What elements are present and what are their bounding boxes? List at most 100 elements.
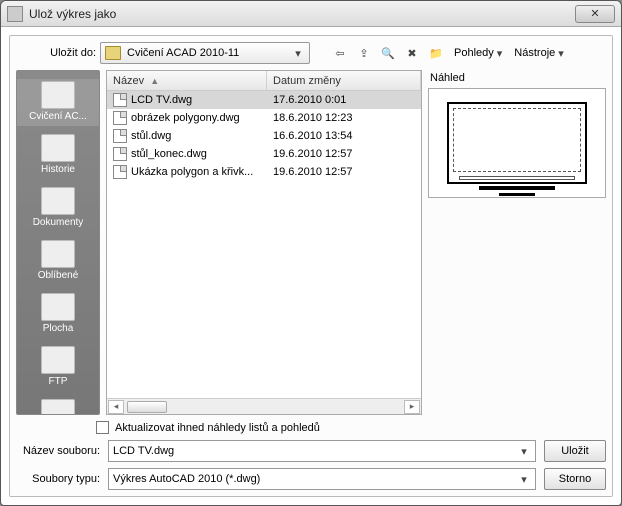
save-in-label: Uložit do: <box>40 47 96 59</box>
titlebar: Ulož výkres jako ✕ <box>1 1 621 27</box>
cancel-button-label: Storno <box>559 473 591 485</box>
close-button[interactable]: ✕ <box>575 5 615 23</box>
file-list-header: Název ▲ Datum změny <box>107 71 421 91</box>
places-bar: Cvičení AC... Historie Dokumenty Oblíbené Pl… <box>16 70 100 415</box>
places-item[interactable]: Dokumenty <box>17 185 99 232</box>
folder-combo-text: Cvičení ACAD 2010-11 <box>127 47 291 59</box>
dwg-file-icon <box>113 111 127 125</box>
places-item-icon <box>41 187 75 215</box>
top-toolbar: Uložit do: Cvičení ACAD 2010-11 ▾ ⇦ ⇪ 🔍 … <box>16 42 606 64</box>
file-date-cell: 16.6.2010 13:54 <box>267 130 377 142</box>
middle-area: Cvičení AC... Historie Dokumenty Oblíbené Pl… <box>16 70 606 415</box>
views-label: Pohledy <box>454 47 494 59</box>
sort-asc-icon: ▲ <box>150 76 159 86</box>
dwg-file-icon <box>113 147 127 161</box>
filename-field[interactable]: LCD TV.dwg ▾ <box>108 440 536 462</box>
update-thumbnails-label: Aktualizovat ihned náhledy listů a pohle… <box>115 422 320 434</box>
bottom-fields: Název souboru: LCD TV.dwg ▾ Uložit Soubo… <box>16 440 606 490</box>
delete-icon: ✖ <box>407 47 416 60</box>
file-list: Název ▲ Datum změny LCD TV.dwg 17.6.2010 … <box>106 70 422 415</box>
up-folder-button[interactable]: ⇪ <box>354 43 374 63</box>
places-item-icon <box>41 399 75 415</box>
preview-column: Náhled <box>428 70 606 415</box>
filetype-field[interactable]: Výkres AutoCAD 2010 (*.dwg) ▾ <box>108 468 536 490</box>
horizontal-scrollbar[interactable]: ◂ ▸ <box>107 398 421 414</box>
file-row[interactable]: stůl_konec.dwg19.6.2010 12:57 <box>107 145 421 163</box>
places-item[interactable]: Buzzsaw <box>17 397 99 415</box>
dwg-file-icon <box>113 165 127 179</box>
back-arrow-icon: ⇦ <box>335 47 344 60</box>
chevron-down-icon: ▾ <box>497 47 503 60</box>
folder-combo[interactable]: Cvičení ACAD 2010-11 ▾ <box>100 42 310 64</box>
save-button-label: Uložit <box>561 445 589 457</box>
new-folder-button[interactable]: 📁 <box>426 43 446 63</box>
file-row[interactable]: stůl.dwg 16.6.2010 13:54 <box>107 127 421 145</box>
dialog-title: Ulož výkres jako <box>29 7 575 21</box>
file-date-cell: 17.6.2010 0:01 <box>267 94 377 106</box>
scroll-track[interactable] <box>125 400 403 414</box>
tools-menu[interactable]: Nástroje ▾ <box>510 43 568 63</box>
inner-frame: Uložit do: Cvičení ACAD 2010-11 ▾ ⇦ ⇪ 🔍 … <box>9 35 613 497</box>
folder-icon <box>105 46 121 60</box>
file-list-column: Název ▲ Datum změny LCD TV.dwg 17.6.2010 … <box>106 70 422 415</box>
file-row[interactable]: obrázek polygony.dwg 18.6.2010 12:23 <box>107 109 421 127</box>
dwg-file-icon <box>113 129 127 143</box>
preview-label: Náhled <box>430 72 606 84</box>
up-folder-icon: ⇪ <box>359 47 368 60</box>
places-item-icon <box>41 240 75 268</box>
file-row[interactable]: LCD TV.dwg 17.6.2010 0:01 <box>107 91 421 109</box>
places-item-label: FTP <box>49 376 68 387</box>
chevron-down-icon: ▾ <box>558 47 564 60</box>
places-item[interactable]: Oblíbené <box>17 238 99 285</box>
filetype-label: Soubory typu: <box>16 473 100 485</box>
dwg-file-icon <box>113 93 127 107</box>
file-name-text: stůl.dwg <box>131 130 171 142</box>
places-item-label: Historie <box>41 164 75 175</box>
cancel-button[interactable]: Storno <box>544 468 606 490</box>
file-list-rows: LCD TV.dwg 17.6.2010 0:01 obrázek polygony… <box>107 91 421 398</box>
filename-value: LCD TV.dwg <box>113 445 517 457</box>
places-item-icon <box>41 346 75 374</box>
views-menu[interactable]: Pohledy ▾ <box>450 43 506 63</box>
column-header-date[interactable]: Datum změny <box>267 71 421 90</box>
chevron-down-icon: ▾ <box>517 473 531 486</box>
scroll-thumb[interactable] <box>127 401 167 413</box>
places-item[interactable]: FTP <box>17 344 99 391</box>
scroll-right-arrow[interactable]: ▸ <box>404 400 420 414</box>
file-row[interactable]: Ukázka polygon a křivk... 19.6.2010 12:57 <box>107 163 421 181</box>
file-date-cell: 18.6.2010 12:23 <box>267 112 377 124</box>
search-web-button[interactable]: 🔍 <box>378 43 398 63</box>
column-name-label: Název <box>113 75 144 87</box>
file-name-cell: LCD TV.dwg <box>107 93 267 107</box>
file-name-text: LCD TV.dwg <box>131 94 192 106</box>
preview-box <box>428 88 606 198</box>
update-thumbnails-checkbox[interactable] <box>96 421 109 434</box>
file-name-cell: Ukázka polygon a křivk... <box>107 165 267 179</box>
places-item[interactable]: Plocha <box>17 291 99 338</box>
tools-label: Nástroje <box>514 47 555 59</box>
filetype-value: Výkres AutoCAD 2010 (*.dwg) <box>113 473 517 485</box>
close-icon: ✕ <box>590 7 599 20</box>
dialog-body: Uložit do: Cvičení ACAD 2010-11 ▾ ⇦ ⇪ 🔍 … <box>1 27 621 505</box>
file-name-text: Ukázka polygon a křivk... <box>131 166 253 178</box>
file-name-text: obrázek polygony.dwg <box>131 112 240 124</box>
scroll-left-arrow[interactable]: ◂ <box>108 400 124 414</box>
places-item[interactable]: Historie <box>17 132 99 179</box>
places-item-icon <box>41 134 75 162</box>
new-folder-icon: 📁 <box>429 47 443 60</box>
places-item-label: Oblíbené <box>38 270 79 281</box>
update-thumbnails-row: Aktualizovat ihned náhledy listů a pohle… <box>96 421 606 434</box>
file-date-cell: 19.6.2010 12:57 <box>267 166 377 178</box>
chevron-down-icon: ▾ <box>517 445 531 458</box>
column-header-name[interactable]: Název ▲ <box>107 71 267 90</box>
file-name-cell: stůl.dwg <box>107 129 267 143</box>
delete-button[interactable]: ✖ <box>402 43 422 63</box>
save-button[interactable]: Uložit <box>544 440 606 462</box>
file-name-cell: obrázek polygony.dwg <box>107 111 267 125</box>
filename-row: Název souboru: LCD TV.dwg ▾ Uložit <box>16 440 606 462</box>
back-button[interactable]: ⇦ <box>330 43 350 63</box>
file-date-cell: 19.6.2010 12:57 <box>267 148 377 160</box>
filename-label: Název souboru: <box>16 445 100 457</box>
filetype-row: Soubory typu: Výkres AutoCAD 2010 (*.dwg… <box>16 468 606 490</box>
places-item[interactable]: Cvičení AC... <box>17 79 99 126</box>
